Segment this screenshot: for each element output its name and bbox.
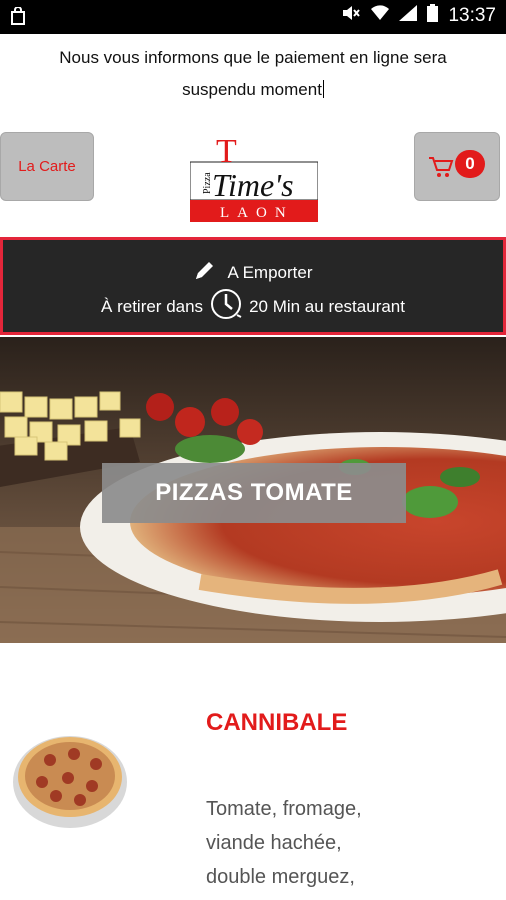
pickup-prefix: À retirer dans: [101, 296, 204, 316]
svg-text:LAON: LAON: [220, 205, 294, 221]
product-description: Tomate, fromage, viande hachée, double m…: [206, 798, 362, 888]
status-bar: 13:37: [0, 0, 506, 34]
notice-line-2: suspendu moment: [182, 80, 322, 99]
pizza-times-logo: Pizza Time's T LAON: [189, 133, 319, 222]
text-cursor: [322, 80, 324, 98]
svg-text:T: T: [216, 138, 237, 170]
category-label[interactable]: PIZZAS TOMATE: [102, 463, 406, 523]
battery-icon: [427, 4, 439, 27]
cart-count-badge: 0: [455, 150, 485, 178]
wifi-icon: [371, 5, 390, 26]
shopping-bag-icon: [10, 6, 26, 30]
order-mode-panel[interactable]: A Emporter À retirer dans 20 Min au rest…: [0, 237, 506, 335]
mute-icon: [341, 4, 361, 27]
signal-icon: [399, 5, 418, 26]
pickup-time: 20 Min au restaurant: [249, 296, 405, 316]
clock-time: 13:37: [448, 4, 496, 26]
product-name[interactable]: CANNIBALE: [206, 709, 347, 737]
clock-icon: [209, 287, 243, 326]
menu-button[interactable]: La Carte: [0, 132, 94, 201]
pencil-icon: [193, 258, 217, 287]
order-mode-label: A Emporter: [227, 262, 313, 282]
svg-text:Time's: Time's: [212, 167, 294, 203]
product-image[interactable]: [12, 730, 130, 830]
cart-button[interactable]: 0: [414, 132, 500, 201]
payment-notice: Nous vous informons que le paiement en l…: [0, 34, 506, 120]
cart-icon: [428, 155, 454, 184]
notice-line-1: Nous vous informons que le paiement en l…: [59, 48, 447, 67]
